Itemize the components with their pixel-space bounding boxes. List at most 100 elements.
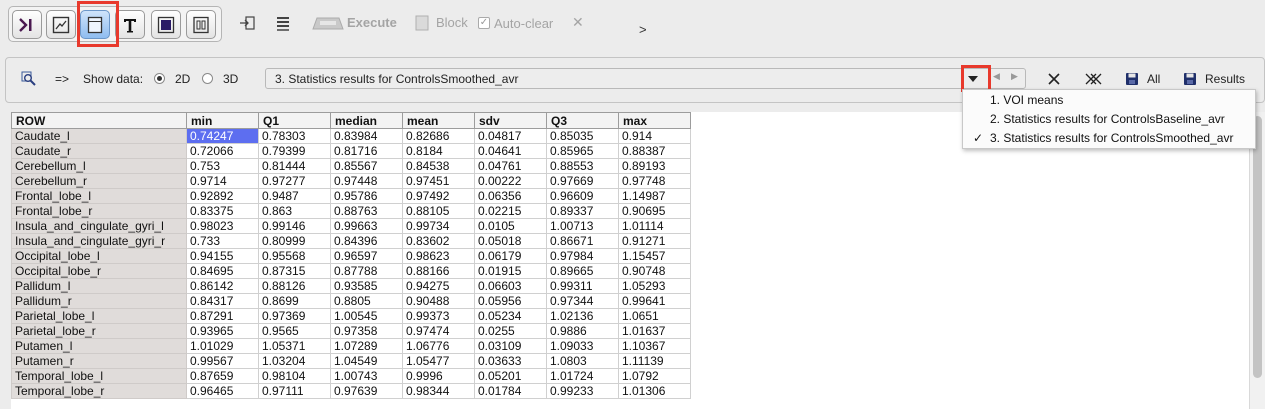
table-cell[interactable]: 0.99233 [546, 383, 619, 399]
table-cell[interactable]: 0.83602 [402, 233, 475, 249]
table-cell[interactable]: 1.01029 [186, 338, 259, 354]
table-cell[interactable]: 0.84396 [330, 233, 403, 249]
table-cell[interactable]: 1.0651 [618, 308, 691, 324]
dataset-dropdown-button[interactable] [962, 68, 984, 89]
table-cell[interactable]: 0.8184 [402, 143, 475, 159]
clear-icon[interactable]: ✕ [572, 14, 584, 31]
row-name-cell[interactable]: Temporal_lobe_r [11, 383, 187, 399]
table-cell[interactable]: 0.05956 [474, 293, 547, 309]
table-cell[interactable]: 1.11139 [618, 353, 691, 369]
table-cell[interactable]: 0.85965 [546, 143, 619, 159]
table-cell[interactable]: 0.753 [186, 158, 259, 174]
next-dataset-icon[interactable]: ▶ [1011, 71, 1018, 82]
table-cell[interactable]: 0.96465 [186, 383, 259, 399]
table-cell[interactable]: 1.0792 [618, 368, 691, 384]
row-name-cell[interactable]: Frontal_lobe_r [11, 203, 187, 219]
table-cell[interactable]: 0.99311 [546, 278, 619, 294]
table-cell[interactable]: 0.84695 [186, 263, 259, 279]
table-cell[interactable]: 0.99146 [258, 218, 331, 234]
table-cell[interactable]: 0.95786 [330, 188, 403, 204]
column-header-row[interactable]: ROW [11, 112, 187, 129]
table-cell[interactable]: 0.863 [258, 203, 331, 219]
table-cell[interactable]: 0.0255 [474, 323, 547, 339]
table-row[interactable]: Putamen_l 1.01029 1.05371 1.07289 1.06776 0.0… [11, 338, 691, 354]
table-cell[interactable]: 0.88166 [402, 263, 475, 279]
table-cell[interactable]: 0.87315 [258, 263, 331, 279]
table-cell[interactable]: 0.94275 [402, 278, 475, 294]
table-row[interactable]: Putamen_r 0.99567 1.03204 1.04549 1.05477 0.0… [11, 353, 691, 369]
table-cell[interactable]: 0.90488 [402, 293, 475, 309]
table-cell[interactable]: 0.03109 [474, 338, 547, 354]
table-cell[interactable]: 1.03204 [258, 353, 331, 369]
table-cell[interactable]: 0.01915 [474, 263, 547, 279]
dropdown-item-controls-baseline[interactable]: 2. Statistics results for ControlsBaseli… [963, 110, 1255, 129]
save-results-button[interactable] [1182, 71, 1198, 87]
table-cell[interactable]: 0.95568 [258, 248, 331, 264]
column-header-q3[interactable]: Q3 [546, 112, 619, 129]
table-cell[interactable]: 0.05018 [474, 233, 547, 249]
radio-3d[interactable] [202, 73, 213, 84]
table-cell[interactable]: 0.05201 [474, 368, 547, 384]
table-cell[interactable]: 1.01637 [618, 323, 691, 339]
radio-2d[interactable] [154, 73, 165, 84]
table-cell[interactable]: 0.97669 [546, 173, 619, 189]
table-cell[interactable]: 0.01784 [474, 383, 547, 399]
column-header-mean[interactable]: mean [402, 112, 475, 129]
more-button[interactable]: > [639, 22, 647, 37]
column-header-q1[interactable]: Q1 [258, 112, 331, 129]
table-cell[interactable]: 0.97111 [258, 383, 331, 399]
table-cell[interactable]: 1.05293 [618, 278, 691, 294]
table-row[interactable]: Caudate_r 0.72066 0.79399 0.81716 0.8184 0.04… [11, 143, 691, 159]
table-cell[interactable]: 0.04817 [474, 128, 547, 144]
table-cell[interactable]: 0.93585 [330, 278, 403, 294]
save-all-button[interactable] [1124, 71, 1140, 87]
table-cell[interactable]: 0.98623 [402, 248, 475, 264]
table-cell[interactable]: 0.8699 [258, 293, 331, 309]
table-row[interactable]: Frontal_lobe_r 0.83375 0.863 0.88763 0.88105… [11, 203, 691, 219]
table-cell[interactable]: 0.97984 [546, 248, 619, 264]
table-cell[interactable]: 1.14987 [618, 188, 691, 204]
table-cell[interactable]: 0.0105 [474, 218, 547, 234]
execute-button[interactable] [312, 14, 344, 32]
table-cell[interactable]: 0.86142 [186, 278, 259, 294]
table-cell[interactable]: 0.9996 [402, 368, 475, 384]
table-cell[interactable]: 0.97451 [402, 173, 475, 189]
table-cell[interactable]: 0.98344 [402, 383, 475, 399]
row-name-cell[interactable]: Insula_and_cingulate_gyri_l [11, 218, 187, 234]
row-name-cell[interactable]: Temporal_lobe_l [11, 368, 187, 384]
row-name-cell[interactable]: Occipital_lobe_r [11, 263, 187, 279]
table-cell[interactable]: 0.90695 [618, 203, 691, 219]
table-row[interactable]: Insula_and_cingulate_gyri_r 0.733 0.80999 0… [11, 233, 691, 249]
table-row[interactable]: Parietal_lobe_r 0.93965 0.9565 0.97358 0.974… [11, 323, 691, 339]
table-cell[interactable]: 0.82686 [402, 128, 475, 144]
dropdown-item-controls-smoothed[interactable]: ✓ 3. Statistics results for ControlsSmoo… [963, 129, 1255, 148]
table-cell[interactable]: 0.78303 [258, 128, 331, 144]
table-cell[interactable]: 0.88553 [546, 158, 619, 174]
table-cell[interactable]: 0.93965 [186, 323, 259, 339]
table-cell[interactable]: 0.9886 [546, 323, 619, 339]
table-cell[interactable]: 0.84538 [402, 158, 475, 174]
plot-mode-button[interactable] [46, 10, 76, 39]
table-cell[interactable]: 0.97448 [330, 173, 403, 189]
table-cell[interactable]: 0.79399 [258, 143, 331, 159]
console-mode-button[interactable] [12, 10, 42, 39]
column-header-median[interactable]: median [330, 112, 403, 129]
dataset-selector[interactable]: 3. Statistics results for ControlsSmooth… [265, 68, 1026, 89]
table-cell[interactable]: 0.733 [186, 233, 259, 249]
table-cell[interactable]: 1.05371 [258, 338, 331, 354]
table-cell[interactable]: 1.09033 [546, 338, 619, 354]
table-cell[interactable]: 0.96609 [546, 188, 619, 204]
table-cell[interactable]: 0.99663 [330, 218, 403, 234]
table-cell[interactable]: 0.89193 [618, 158, 691, 174]
table-row[interactable]: Occipital_lobe_l 0.94155 0.95568 0.96597 0.9… [11, 248, 691, 264]
table-cell[interactable]: 1.02136 [546, 308, 619, 324]
table-cell[interactable]: 0.04761 [474, 158, 547, 174]
table-cell[interactable]: 0.88105 [402, 203, 475, 219]
table-cell[interactable]: 0.06179 [474, 248, 547, 264]
row-name-cell[interactable]: Parietal_lobe_r [11, 323, 187, 339]
table-cell[interactable]: 0.03633 [474, 353, 547, 369]
table-cell[interactable]: 1.15457 [618, 248, 691, 264]
row-name-cell[interactable]: Caudate_l [11, 128, 187, 144]
table-cell[interactable]: 1.10367 [618, 338, 691, 354]
row-name-cell[interactable]: Occipital_lobe_l [11, 248, 187, 264]
